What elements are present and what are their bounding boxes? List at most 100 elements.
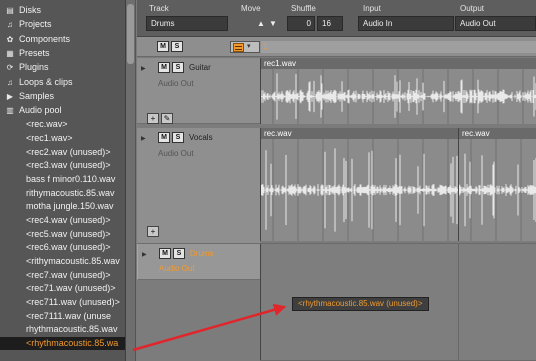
guitar-solo-button[interactable]: S [172, 62, 184, 73]
move-up-button[interactable]: ▲ [257, 16, 265, 31]
vocals-lane[interactable]: rec.wav rec.wav [260, 128, 536, 244]
guitar-edit-icon[interactable]: ✎ [161, 113, 173, 124]
snap-grid-selector[interactable]: ▾ [230, 41, 260, 53]
vocals-clip-2[interactable]: rec.wav [458, 128, 536, 241]
output-select[interactable]: Audio Out [455, 16, 536, 31]
expand-arrow-icon[interactable]: ▶ [142, 251, 147, 258]
guitar-track-name: Guitar [189, 63, 211, 72]
clip-header [261, 58, 536, 69]
audio-pool-file[interactable]: rhythmacoustic.85.wav [0, 323, 125, 336]
shuffle-value-field[interactable]: 0 [287, 16, 315, 31]
audio-pool-file[interactable]: <rec6.wav (unused)> [0, 241, 125, 254]
drums-mute-button[interactable]: M [159, 248, 171, 259]
move-label: Move [241, 4, 261, 13]
expand-arrow-icon[interactable]: ▶ [141, 135, 146, 142]
track-inspector-bar: Track Drums Move ▲ ▼ Shuffle 0 16 Input … [137, 0, 536, 37]
track-label: Track [149, 4, 169, 13]
browser-category-label: Loops & clips [19, 76, 73, 87]
audio-pool-file[interactable]: <rec4.wav (unused)> [0, 214, 125, 227]
audio-pool-file[interactable]: <rec1.wav> [0, 132, 125, 145]
input-label: Input [363, 4, 381, 13]
audio-pool-file[interactable]: motha jungle.150.wav [0, 200, 125, 213]
loops-icon: ♫ [7, 77, 13, 87]
browser-category-projects[interactable]: ♫ Projects [0, 18, 125, 31]
move-down-button[interactable]: ▼ [269, 16, 277, 31]
vocals-clip-1[interactable]: rec.wav [260, 128, 458, 241]
components-icon: ✿ [6, 34, 14, 44]
waveform-path [261, 148, 458, 232]
drums-track-output: Audio Out [159, 264, 195, 273]
ruler-bar-marker: 1 [263, 42, 268, 51]
clip-name: rec.wav [264, 129, 292, 138]
drums-track-name: Drums [190, 249, 214, 258]
track-name-field[interactable]: Drums [146, 16, 228, 31]
disk-icon: ▤ [6, 6, 14, 15]
browser-category-label: Presets [19, 47, 50, 58]
global-mute-button[interactable]: M [157, 41, 169, 52]
browser-category-samples[interactable]: ▶ Samples [0, 90, 125, 103]
plugins-icon: ⟳ [6, 63, 14, 73]
grid-icon [233, 43, 244, 52]
chevron-down-icon: ▾ [247, 43, 251, 50]
browser-category-plugins[interactable]: ⟳ Plugins [0, 61, 125, 74]
guitar-lane[interactable]: rec1.wav [260, 58, 536, 124]
arrangement-toolbar: M S ▾ 1 [137, 37, 536, 57]
audio-pool-file[interactable]: <rec71.wav (unused)> [0, 282, 125, 295]
guitar-clip[interactable]: rec1.wav [260, 58, 536, 124]
audio-pool-file[interactable]: <rec7.wav (unused)> [0, 269, 125, 282]
browser-category-label: Samples [19, 90, 55, 101]
vocals-solo-button[interactable]: S [172, 132, 184, 143]
file-browser-panel: ▤ Disks ♫ Projects ✿ Components ▦ Presets ⟳ Plugi… [0, 0, 126, 361]
audio-pool-icon: ▥ [6, 106, 14, 116]
audio-pool-file[interactable]: rithymacoustic.85.wav [0, 187, 125, 200]
guitar-add-button[interactable]: + [147, 113, 159, 124]
browser-category-label: Plugins [19, 62, 49, 73]
drop-target-tooltip: <rhythmacoustic.85.wav (unused)> [292, 297, 429, 311]
output-label: Output [460, 4, 485, 13]
guitar-track-output: Audio Out [158, 79, 194, 88]
track-header-drums[interactable]: ▶ M S Drums Audio Out [137, 244, 260, 280]
browser-category-label: Projects [19, 19, 52, 30]
expand-arrow-icon[interactable]: ▶ [141, 65, 146, 72]
lane-divider [260, 244, 261, 360]
audio-pool-file[interactable]: bass f minor0.110.wav [0, 173, 125, 186]
browser-category-label: Audio pool [19, 105, 62, 116]
audio-pool-file[interactable]: <rec5.wav (unused)> [0, 228, 125, 241]
browser-category-components[interactable]: ✿ Components [0, 33, 125, 46]
track-header-vocals[interactable]: ▶ M S Vocals Audio Out + [137, 128, 260, 244]
vocals-track-name: Vocals [189, 133, 213, 142]
global-solo-button[interactable]: S [171, 41, 183, 52]
vocals-waveform-2 [459, 139, 536, 241]
vocals-add-button[interactable]: + [147, 226, 159, 237]
audio-pool-file[interactable]: <rec3.wav (unused)> [0, 159, 125, 172]
shuffle-grid-field[interactable]: 16 [317, 16, 343, 31]
clip-name: rec.wav [462, 129, 490, 138]
track-header-guitar[interactable]: ▶ M S Guitar Audio Out + ✎ [137, 58, 260, 124]
arrangement-area[interactable]: rec1.wav rec.wav rec.wav [260, 58, 536, 361]
audio-pool-file[interactable]: <rec711.wav (unused)> [0, 296, 125, 309]
drums-solo-button[interactable]: S [173, 248, 185, 259]
browser-category-label: Disks [19, 5, 41, 15]
audio-pool-file[interactable]: <rithymacoustic.85.wav [0, 255, 125, 268]
browser-category-loops-clips[interactable]: ♫ Loops & clips [0, 76, 125, 89]
audio-pool-file[interactable]: <rhythmacoustic.85.wa [0, 336, 125, 350]
browser-scrollbar-thumb[interactable] [127, 4, 134, 64]
projects-icon: ♫ [7, 20, 13, 30]
vocals-waveform-1 [261, 139, 458, 241]
audio-pool-file[interactable]: <rec2.wav (unused)> [0, 146, 125, 159]
audio-pool-file[interactable]: <rec7111.wav (unuse [0, 310, 125, 323]
samples-icon: ▶ [6, 91, 14, 101]
browser-category-label: Components [19, 33, 71, 44]
vocals-mute-button[interactable]: M [158, 132, 170, 143]
vocals-track-output: Audio Out [158, 149, 194, 158]
bar-gridline [458, 244, 459, 360]
browser-category-presets[interactable]: ▦ Presets [0, 47, 125, 60]
audio-pool-file[interactable]: <rec.wav> [0, 118, 125, 131]
browser-category-disks[interactable]: ▤ Disks [0, 4, 125, 17]
browser-category-audio-pool[interactable]: ▥ Audio pool [0, 104, 125, 117]
presets-icon: ▦ [6, 48, 14, 58]
guitar-mute-button[interactable]: M [158, 62, 170, 73]
input-select[interactable]: Audio In [358, 16, 454, 31]
browser-scrollbar[interactable] [126, 0, 136, 361]
timeline-ruler[interactable]: 1 [261, 41, 536, 53]
